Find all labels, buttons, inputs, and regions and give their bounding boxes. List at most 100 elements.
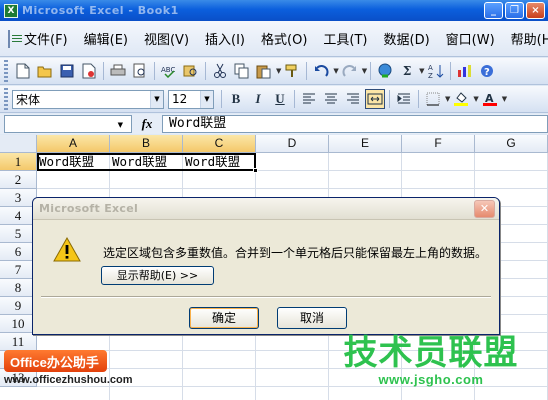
copy-icon[interactable] [232,61,252,81]
menu-help[interactable]: 帮助(H) [503,29,548,48]
merge-warning-dialog: Microsoft Excel ✕ 选定区域包含多重数值。合并到一个单元格后只能… [32,197,500,335]
toolbar-grip[interactable] [4,88,8,110]
paste-dropdown-icon[interactable]: ▼ [276,67,281,75]
toolbar-grip[interactable] [4,60,8,82]
menu-data[interactable]: 数据(D) [376,29,438,48]
dialog-divider [41,296,491,298]
ok-button[interactable]: 确定 [189,307,259,329]
print-icon[interactable] [108,61,128,81]
font-color-icon[interactable]: A [480,89,500,109]
jsgho-watermark: 技术员联盟 www.jsgho.com [318,334,544,387]
new-icon[interactable] [13,61,33,81]
show-help-button[interactable]: 显示帮助(E) >> [101,266,214,285]
column-header-d[interactable]: D [256,135,329,153]
cut-icon[interactable] [210,61,230,81]
menu-window[interactable]: 窗口(W) [438,29,503,48]
column-header-c[interactable]: C [183,135,256,153]
menu-tools[interactable]: 工具(T) [315,29,375,48]
toolbar-separator [294,90,295,108]
column-header-a[interactable]: A [37,135,110,153]
format-painter-icon[interactable] [282,61,302,81]
menu-insert[interactable]: 插入(I) [197,29,253,48]
open-folder-icon[interactable] [35,61,55,81]
toolbar-separator [306,62,308,80]
column-header-f[interactable]: F [402,135,475,153]
menu-edit[interactable]: 编辑(E) [76,29,136,48]
menu-file[interactable]: 文件(F) [16,29,76,48]
italic-button[interactable]: I [248,89,268,109]
toolbar-separator [370,62,372,80]
insert-function-button[interactable]: fx [132,116,162,132]
font-size-select[interactable]: 12 ▼ [168,89,214,109]
name-box[interactable]: ▼ [4,115,132,133]
align-center-icon[interactable] [321,89,341,109]
undo-dropdown-icon[interactable]: ▼ [333,67,338,75]
redo-dropdown-icon[interactable]: ▼ [362,67,367,75]
paste-icon[interactable] [254,61,274,81]
menu-bar: 文件(F) 编辑(E) 视图(V) 插入(I) 格式(O) 工具(T) 数据(D… [0,21,548,57]
column-header-b[interactable]: B [110,135,183,153]
menu-format[interactable]: 格式(O) [253,29,315,48]
fill-handle[interactable] [253,168,258,173]
autosum-dropdown-icon[interactable]: ▼ [419,67,424,75]
align-right-icon[interactable] [343,89,363,109]
undo-icon[interactable] [311,61,331,81]
spelling-icon[interactable]: ABC [159,61,179,81]
font-name-select[interactable]: 宋体 ▼ [12,89,164,109]
borders-dropdown-icon[interactable]: ▼ [445,95,450,103]
column-header-e[interactable]: E [329,135,402,153]
increase-indent-icon[interactable] [394,89,414,109]
align-left-icon[interactable] [299,89,319,109]
dialog-close-button[interactable]: ✕ [474,200,495,218]
font-color-swatch [482,103,497,106]
row-header-11[interactable]: 11 [0,333,37,351]
redo-icon[interactable] [340,61,360,81]
office-watermark-badge: Office办公助手 [4,350,107,372]
row-header-1[interactable]: 1 [0,153,37,171]
cancel-button[interactable]: 取消 [277,307,347,329]
research-icon[interactable] [181,61,201,81]
svg-text:A: A [428,64,433,72]
permission-icon[interactable] [79,61,99,81]
warning-icon [53,237,81,262]
save-icon[interactable] [57,61,77,81]
print-preview-icon[interactable] [130,61,150,81]
hyperlink-icon[interactable] [375,61,395,81]
fill-color-icon[interactable] [451,89,471,109]
chevron-down-icon[interactable]: ▼ [150,90,163,108]
jsgho-watermark-url: www.jsgho.com [378,372,484,387]
excel-app-icon: X [4,3,18,18]
row-header-2[interactable]: 2 [0,171,37,189]
chevron-down-icon[interactable]: ▼ [200,90,213,108]
restore-button[interactable]: ❐ [505,2,524,19]
chevron-down-icon[interactable]: ▼ [118,121,123,129]
chart-wizard-icon[interactable] [455,61,475,81]
formula-bar: ▼ fx Word联盟 [0,114,548,134]
dialog-body: 选定区域包含多重数值。合并到一个单元格后只能保留最左上角的数据。 显示帮助(E)… [33,220,499,334]
toolbar-separator [154,62,155,80]
font-color-dropdown-icon[interactable]: ▼ [502,95,507,103]
standard-toolbar: ABC ▼ ▼ ▼ Σ ▼ AZ ? [0,58,548,85]
menu-view[interactable]: 视图(V) [136,29,197,48]
select-all-corner[interactable] [0,135,37,153]
close-button[interactable]: × [526,2,545,19]
underline-button[interactable]: U [270,89,290,109]
toolbar-separator [449,62,451,80]
autosum-icon[interactable]: Σ [397,61,417,81]
toolbar-separator [103,62,104,80]
merge-and-center-icon[interactable] [365,89,385,109]
title-bar: X Microsoft Excel - Book1 _ ❐ × [0,0,548,21]
column-header-g[interactable]: G [475,135,548,153]
svg-text:?: ? [484,67,490,78]
borders-icon[interactable] [423,89,443,109]
bold-button[interactable]: B [226,89,246,109]
formula-input[interactable]: Word联盟 [162,115,548,133]
fill-color-dropdown-icon[interactable]: ▼ [473,95,478,103]
minimize-button[interactable]: _ [484,2,503,19]
formatting-toolbar: 宋体 ▼ 12 ▼ B I U ▼ ▼ A ▼ [0,86,548,113]
workbook-icon[interactable] [8,29,22,48]
svg-text:ABC: ABC [161,66,175,74]
sort-ascending-icon[interactable]: AZ [426,61,446,81]
selection-outline [37,153,256,171]
help-icon[interactable]: ? [477,61,497,81]
